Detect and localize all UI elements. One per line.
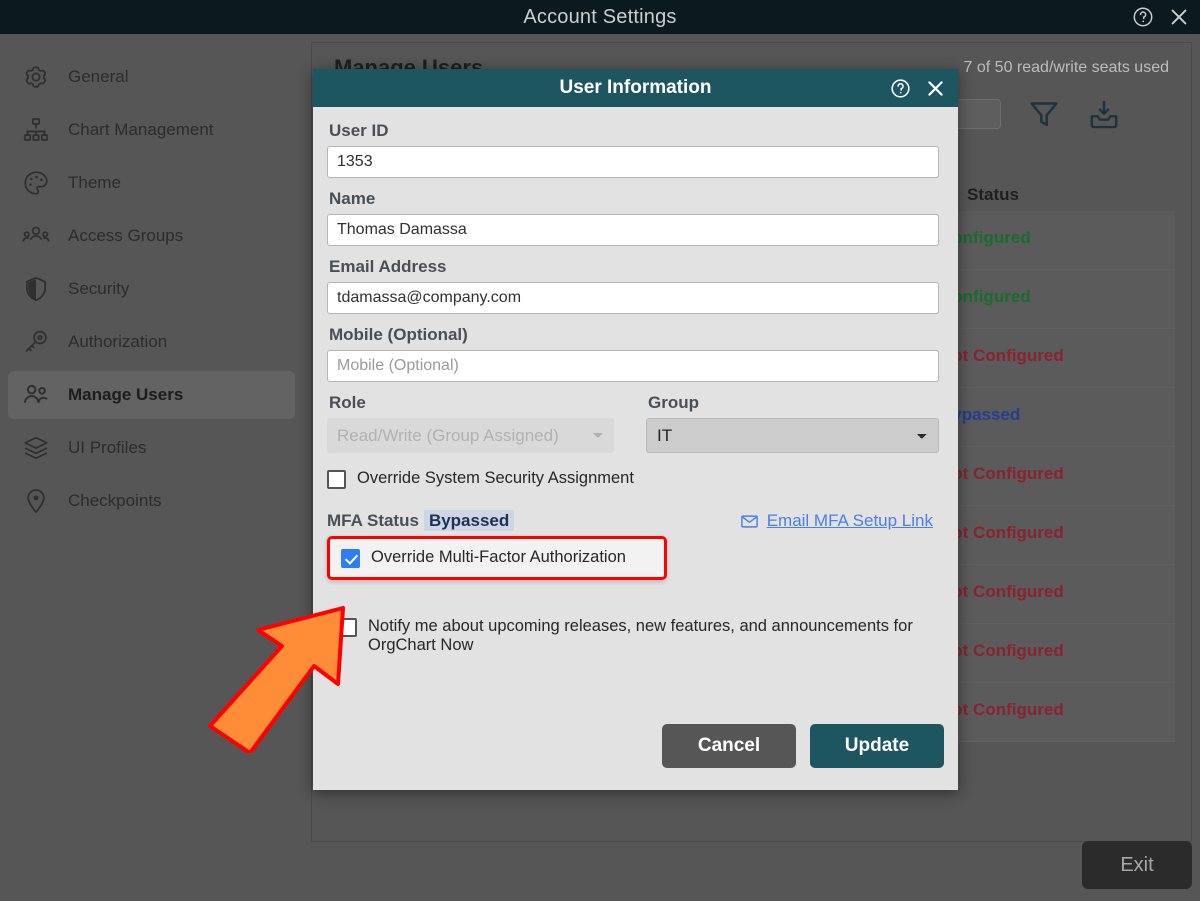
name-field[interactable] — [327, 214, 939, 246]
shield-icon — [22, 275, 50, 303]
column-header-status: Status — [967, 185, 1019, 204]
sidebar-item-manage-users[interactable]: Manage Users — [8, 371, 295, 419]
update-button[interactable]: Update — [810, 724, 944, 768]
cancel-button[interactable]: Cancel — [662, 724, 796, 768]
download-icon[interactable] — [1087, 97, 1121, 131]
override-security-label: Override System Security Assignment — [357, 469, 634, 487]
gear-icon — [22, 63, 50, 91]
override-security-checkbox[interactable] — [327, 470, 346, 489]
sidebar-item-chart-management[interactable]: Chart Management — [8, 106, 295, 154]
status-badge: Not Configured — [940, 346, 1064, 365]
close-icon[interactable] — [1168, 6, 1190, 28]
filter-icon[interactable] — [1027, 97, 1061, 131]
status-badge: Not Configured — [940, 582, 1064, 601]
role-group-row: Role Read/Write (Group Assigned) Group I… — [327, 393, 944, 453]
role-column: Role Read/Write (Group Assigned) — [327, 393, 620, 453]
sidebar-item-theme[interactable]: Theme — [8, 159, 295, 207]
sidebar-item-label: Security — [68, 279, 130, 298]
sidebar-item-label: Access Groups — [68, 226, 184, 245]
dialog-action-buttons: Cancel Update — [662, 724, 944, 768]
sidebar-item-label: Theme — [68, 173, 121, 192]
role-select[interactable]: Read/Write (Group Assigned) — [327, 418, 614, 453]
mfa-status-label: MFA Status — [327, 511, 419, 530]
sidebar-item-checkpoints[interactable]: Checkpoints — [8, 477, 295, 525]
palette-icon — [22, 169, 50, 197]
seats-usage-text: 7 of 50 read/write seats used — [963, 59, 1169, 76]
override-mfa-checkbox-row[interactable]: Override Multi-Factor Authorization — [341, 548, 654, 568]
mfa-status-row: MFA Status Bypassed Email MFA Setup Link — [327, 510, 944, 531]
sidebar-item-label: Authorization — [68, 332, 168, 351]
group-column: Group IT — [646, 393, 939, 453]
email-mfa-setup-link[interactable]: Email MFA Setup Link — [740, 511, 933, 531]
help-circle-icon[interactable] — [1132, 6, 1154, 28]
email-field[interactable] — [327, 282, 939, 314]
override-security-checkbox-row[interactable]: Override System Security Assignment — [327, 469, 944, 489]
help-circle-icon[interactable] — [890, 78, 911, 99]
user-information-dialog: User Information User ID 1353 Name Thoma… — [313, 69, 958, 790]
mfa-status-badge: Bypassed — [423, 510, 515, 531]
mobile-field[interactable] — [327, 350, 939, 382]
window-titlebar: Account Settings — [0, 0, 1200, 34]
override-mfa-checkbox[interactable] — [341, 549, 360, 568]
dialog-body: User ID Name Email Address Mobile (Optio… — [313, 107, 958, 790]
sidebar-item-label: Chart Management — [68, 120, 214, 139]
settings-sidebar: General Chart Management Theme Access Gr… — [0, 34, 303, 901]
sidebar-item-label: General — [68, 67, 129, 86]
exit-button-label: Exit — [1120, 853, 1154, 876]
sidebar-item-general[interactable]: General — [8, 53, 295, 101]
sidebar-item-authorization[interactable]: Authorization — [8, 318, 295, 366]
layers-icon — [22, 434, 50, 462]
sidebar-item-security[interactable]: Security — [8, 265, 295, 313]
user-group-icon — [22, 222, 50, 250]
key-icon — [22, 328, 50, 356]
name-label: Name — [329, 189, 376, 208]
dialog-controls — [890, 69, 946, 107]
status-badge: Not Configured — [940, 464, 1064, 483]
envelope-icon — [740, 512, 759, 531]
email-label: Email Address — [329, 257, 447, 276]
users-icon — [22, 381, 50, 409]
close-icon[interactable] — [925, 78, 946, 99]
status-badge: Not Configured — [940, 700, 1064, 719]
sidebar-item-label: UI Profiles — [68, 438, 147, 457]
group-select[interactable]: IT — [646, 418, 939, 453]
role-label: Role — [329, 393, 366, 412]
window-title: Account Settings — [523, 5, 677, 28]
sidebar-item-ui-profiles[interactable]: UI Profiles — [8, 424, 295, 472]
dialog-titlebar: User Information — [313, 69, 958, 107]
app-root: Account Settings General Chart Managemen… — [0, 0, 1200, 901]
user-id-label: User ID — [329, 121, 389, 140]
sidebar-item-label: Manage Users — [68, 385, 184, 404]
override-mfa-highlight-box: Override Multi-Factor Authorization — [327, 536, 667, 580]
email-mfa-setup-link-label: Email MFA Setup Link — [766, 511, 933, 530]
map-pin-icon — [22, 487, 50, 515]
pointer-arrow-icon — [208, 606, 345, 753]
mfa-status-group: MFA Status Bypassed — [327, 510, 515, 531]
mobile-label: Mobile (Optional) — [329, 325, 468, 344]
window-controls — [1132, 0, 1190, 34]
status-badge: Not Configured — [940, 641, 1064, 660]
notify-checkbox-row[interactable]: Notify me about upcoming releases, new f… — [327, 617, 927, 656]
override-mfa-label: Override Multi-Factor Authorization — [371, 548, 626, 566]
user-id-field[interactable] — [327, 146, 939, 178]
status-badge: Not Configured — [940, 523, 1064, 542]
exit-button[interactable]: Exit — [1082, 841, 1192, 889]
sidebar-item-access-groups[interactable]: Access Groups — [8, 212, 295, 260]
notify-label: Notify me about upcoming releases, new f… — [368, 617, 913, 655]
group-label: Group — [648, 393, 699, 412]
dialog-title: User Information — [559, 77, 712, 98]
sidebar-item-label: Checkpoints — [68, 491, 162, 510]
org-chart-icon — [22, 116, 50, 144]
